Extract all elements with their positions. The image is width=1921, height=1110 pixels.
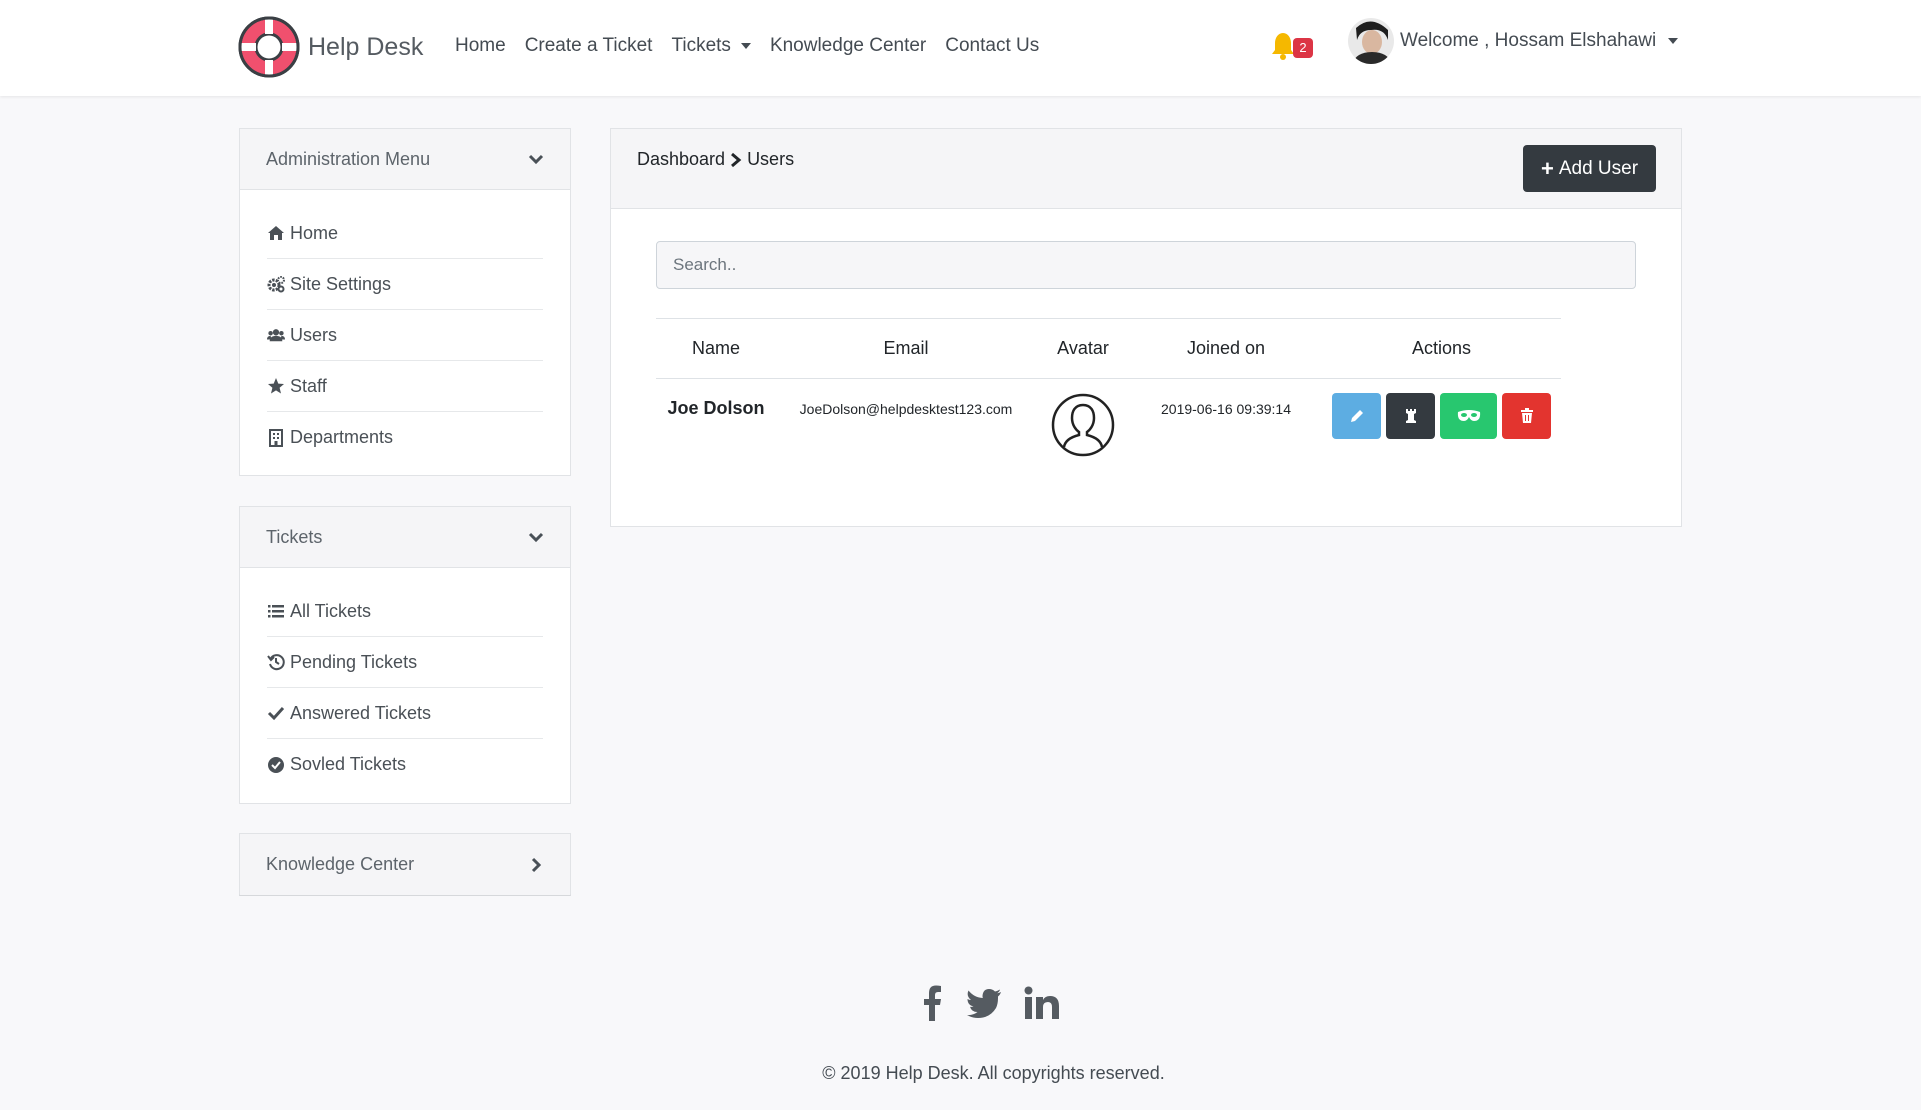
delete-user-button[interactable] bbox=[1502, 393, 1551, 439]
user-name-cell: Joe Dolson bbox=[667, 398, 765, 418]
chevron-down-icon bbox=[528, 532, 544, 543]
knowledge-center-card: Knowledge Center bbox=[239, 833, 571, 896]
admin-menu-list: Home Site Settings Users Staff Departmen… bbox=[240, 190, 570, 473]
history-icon bbox=[267, 654, 285, 671]
sidebar-item-label: Departments bbox=[290, 427, 394, 447]
chevron-right-icon bbox=[531, 857, 542, 872]
plus-icon: + bbox=[1540, 155, 1554, 181]
sidebar-item-label: Users bbox=[290, 324, 338, 345]
sidebar-item-home[interactable]: Home bbox=[267, 208, 543, 259]
breadcrumb-dashboard[interactable]: Dashboard bbox=[637, 149, 725, 170]
add-user-label: Add User bbox=[1558, 157, 1639, 179]
facebook-icon[interactable] bbox=[920, 985, 944, 1021]
home-icon bbox=[268, 226, 284, 240]
linkedin-icon[interactable] bbox=[1024, 986, 1060, 1020]
star-icon bbox=[268, 378, 284, 394]
nav-home[interactable]: Home bbox=[455, 35, 506, 57]
chevron-right-icon bbox=[731, 152, 742, 167]
user-email-cell: JoeDolson@helpdesktest123.com bbox=[799, 401, 1013, 417]
breadcrumb-users: Users bbox=[747, 149, 795, 169]
sidebar-item-solved-tickets[interactable]: Sovled Tickets bbox=[267, 739, 543, 790]
knowledge-center-title: Knowledge Center bbox=[266, 854, 415, 874]
admin-menu-header[interactable]: Administration Menu bbox=[240, 129, 570, 190]
check-circle-icon bbox=[268, 756, 284, 773]
sidebar-item-all-tickets[interactable]: All Tickets bbox=[267, 586, 543, 637]
tickets-menu-list: All Tickets Pending Tickets Answered Tic… bbox=[240, 568, 570, 800]
users-panel-header: Dashboard Users + Add User bbox=[611, 129, 1681, 209]
user-avatar bbox=[1348, 18, 1394, 64]
sidebar-item-users[interactable]: Users bbox=[267, 310, 543, 361]
cogs-icon bbox=[267, 276, 285, 293]
column-header-joined: Joined on bbox=[1130, 318, 1322, 379]
nav-contact-us[interactable]: Contact Us bbox=[945, 35, 1039, 57]
mask-icon bbox=[1457, 410, 1480, 421]
welcome-text: Welcome , Hossam Elshahawi bbox=[1400, 30, 1657, 51]
pencil-icon bbox=[1350, 410, 1363, 422]
sidebar-item-staff[interactable]: Staff bbox=[267, 361, 543, 412]
sidebar-item-site-settings[interactable]: Site Settings bbox=[267, 259, 543, 310]
table-header-row: Name Email Avatar Joined on Actions bbox=[656, 318, 1561, 379]
sidebar-item-pending-tickets[interactable]: Pending Tickets bbox=[267, 637, 543, 688]
edit-user-button[interactable] bbox=[1332, 393, 1381, 439]
copyright-text: © 2019 Help Desk. All copyrights reserve… bbox=[822, 1063, 1165, 1083]
list-icon bbox=[268, 605, 284, 618]
column-header-actions: Actions bbox=[1322, 318, 1561, 379]
user-avatar-cell bbox=[1036, 379, 1130, 463]
breadcrumb: Dashboard Users bbox=[637, 149, 794, 170]
caret-down-icon bbox=[1668, 38, 1679, 44]
nav-tickets-label: Tickets bbox=[671, 35, 731, 56]
tickets-menu-header[interactable]: Tickets bbox=[240, 507, 570, 568]
nav-create-ticket[interactable]: Create a Ticket bbox=[525, 35, 653, 57]
users-icon bbox=[267, 329, 285, 342]
sidebar-item-label: Answered Tickets bbox=[290, 702, 432, 723]
lifebuoy-logo-icon bbox=[238, 16, 300, 78]
brand[interactable]: Help Desk bbox=[238, 16, 423, 78]
user-menu-dropdown[interactable]: Welcome , Hossam Elshahawi bbox=[1348, 18, 1679, 64]
user-role-button[interactable] bbox=[1386, 393, 1435, 439]
admin-menu-card: Administration Menu Home Site Settings U… bbox=[239, 128, 571, 476]
tickets-menu-title: Tickets bbox=[266, 526, 323, 547]
impersonate-user-button[interactable] bbox=[1440, 393, 1497, 439]
admin-menu-title: Administration Menu bbox=[266, 148, 431, 169]
main-nav: Home Create a Ticket Tickets Knowledge C… bbox=[455, 35, 1058, 57]
sidebar-item-answered-tickets[interactable]: Answered Tickets bbox=[267, 688, 543, 739]
column-header-avatar: Avatar bbox=[1036, 318, 1130, 379]
user-actions-cell bbox=[1322, 379, 1561, 463]
default-avatar-icon bbox=[1051, 393, 1115, 457]
search-input[interactable] bbox=[656, 241, 1636, 289]
column-header-name: Name bbox=[656, 318, 776, 379]
sidebar-item-label: Staff bbox=[290, 375, 327, 396]
knowledge-center-header[interactable]: Knowledge Center bbox=[240, 834, 570, 895]
users-table: Name Email Avatar Joined on Actions Joe … bbox=[656, 318, 1561, 463]
users-panel: Dashboard Users + Add User Name Email Av… bbox=[610, 128, 1682, 527]
sidebar-item-label: Site Settings bbox=[290, 273, 392, 294]
caret-down-icon bbox=[740, 43, 751, 49]
sidebar-item-label: Home bbox=[290, 222, 339, 243]
sidebar-item-label: Pending Tickets bbox=[290, 651, 418, 672]
nav-knowledge-center[interactable]: Knowledge Center bbox=[770, 35, 926, 57]
table-row: Joe Dolson JoeDolson@helpdesktest123.com… bbox=[656, 379, 1561, 463]
check-icon bbox=[267, 706, 285, 721]
twitter-icon[interactable] bbox=[966, 988, 1002, 1018]
sidebar-item-label: Sovled Tickets bbox=[290, 754, 407, 774]
add-user-button[interactable]: + Add User bbox=[1523, 145, 1656, 192]
tickets-menu-card: Tickets All Tickets Pending Tickets Answ… bbox=[239, 506, 571, 804]
chess-rook-icon bbox=[1405, 409, 1416, 423]
sidebar-item-label: All Tickets bbox=[290, 600, 372, 621]
social-links bbox=[920, 985, 1082, 1021]
nav-tickets-dropdown[interactable]: Tickets bbox=[671, 35, 751, 57]
chevron-down-icon bbox=[528, 154, 544, 165]
notification-badge: 2 bbox=[1293, 38, 1313, 58]
user-joined-cell: 2019-06-16 09:39:14 bbox=[1161, 401, 1291, 417]
brand-name: Help Desk bbox=[308, 32, 424, 61]
action-buttons bbox=[1322, 393, 1561, 439]
building-icon bbox=[269, 428, 283, 447]
trash-icon bbox=[1520, 408, 1533, 423]
column-header-email: Email bbox=[776, 318, 1036, 379]
top-navbar: Help Desk Home Create a Ticket Tickets K… bbox=[0, 0, 1921, 96]
sidebar-item-departments[interactable]: Departments bbox=[267, 412, 543, 463]
